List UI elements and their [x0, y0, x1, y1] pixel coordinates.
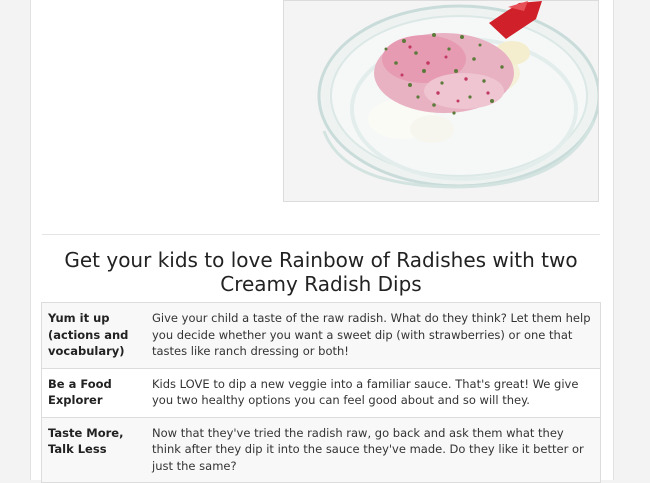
tip-description: Kids LOVE to dip a new veggie into a fam…: [146, 367, 601, 418]
tip-label: Be a Food Explorer: [41, 367, 146, 418]
tip-label: Yum it up (actions and vocabulary): [41, 302, 146, 369]
section-divider: [42, 234, 600, 235]
dip-bowl-image: [284, 1, 598, 201]
tip-description: Now that they've tried the radish raw, g…: [146, 416, 601, 483]
tip-label: Taste More, Talk Less: [41, 416, 146, 483]
tips-table: Yum it up (actions and vocabulary) Give …: [41, 302, 601, 483]
recipe-photo: [283, 0, 599, 202]
table-row: Taste More, Talk Less Now that they've t…: [41, 416, 601, 483]
section-heading: Get your kids to love Rainbow of Radishe…: [64, 248, 578, 296]
tip-description: Give your child a taste of the raw radis…: [146, 302, 601, 369]
table-row: Yum it up (actions and vocabulary) Give …: [41, 302, 601, 369]
table-row: Be a Food Explorer Kids LOVE to dip a ne…: [41, 367, 601, 418]
